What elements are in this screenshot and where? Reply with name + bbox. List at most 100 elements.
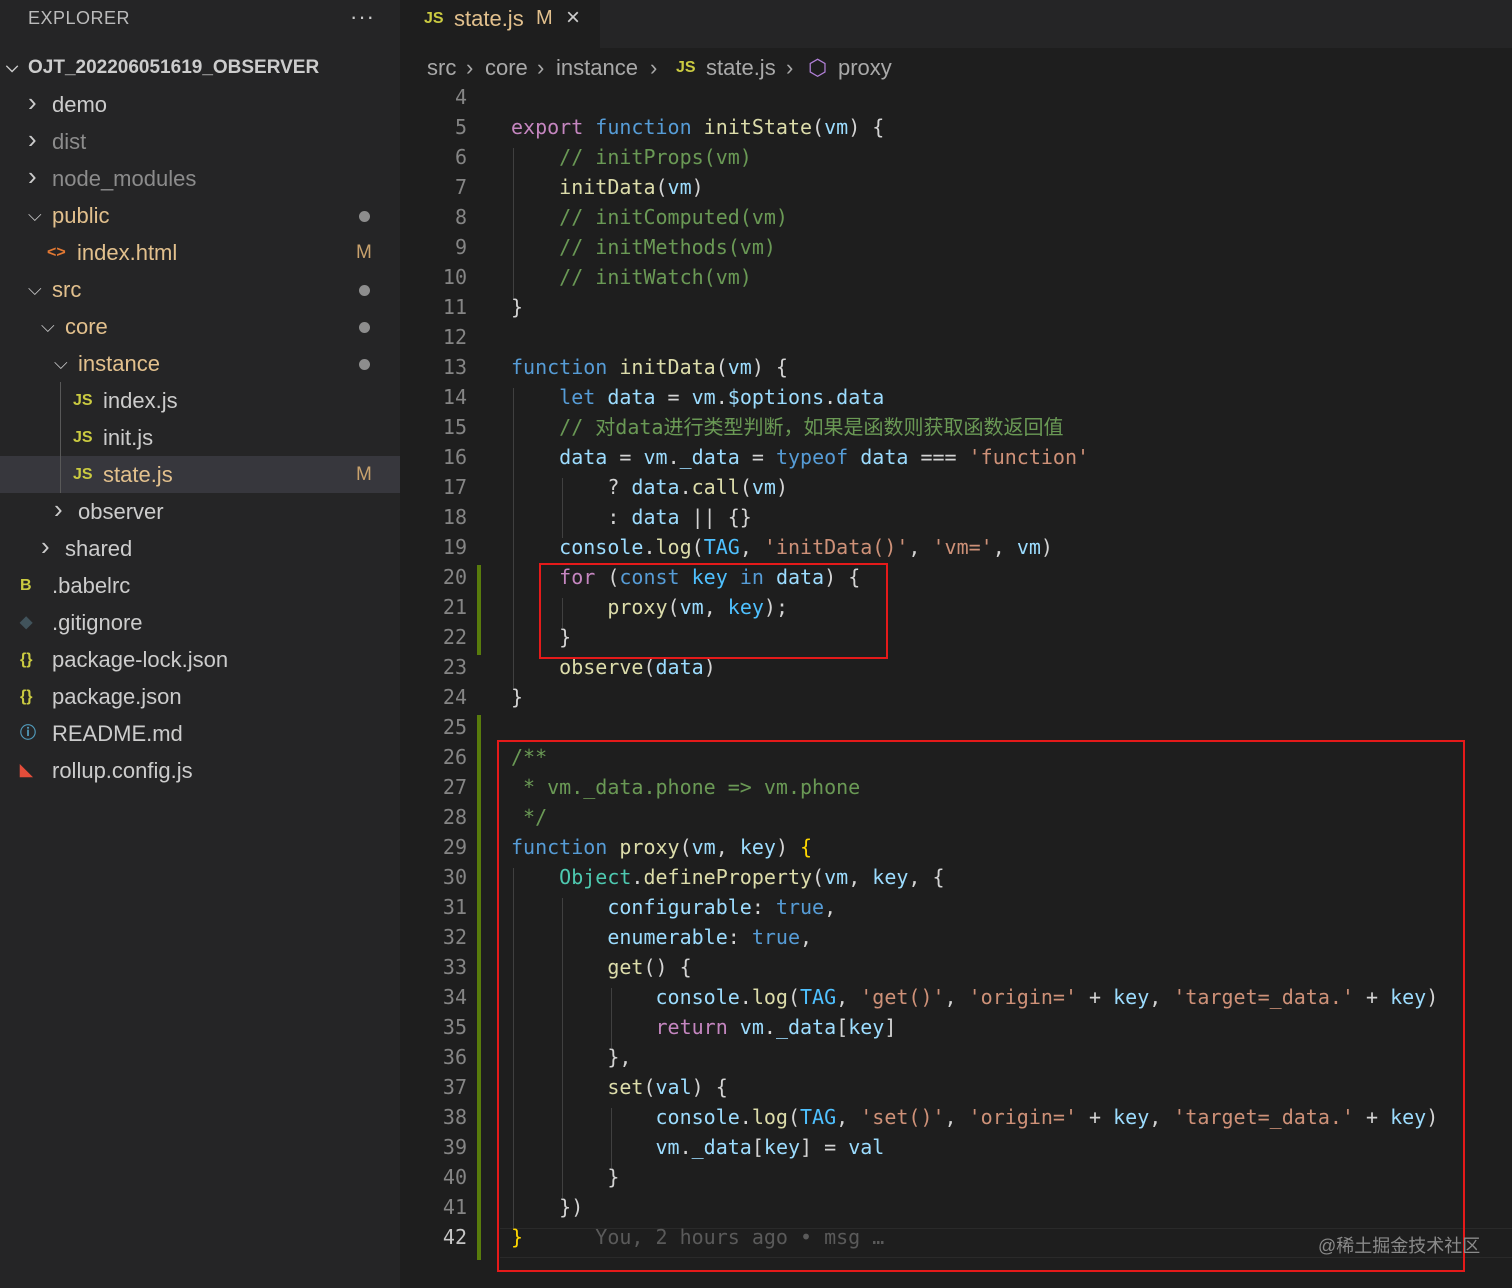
git-modified-badge: M — [356, 242, 372, 263]
line-number: 31 — [442, 895, 467, 919]
tree-item-label: shared — [65, 536, 133, 561]
tab-state-js[interactable]: JS state.js M × — [400, 0, 600, 48]
chevron-right-icon: › — [54, 494, 63, 524]
line-number: 26 — [442, 745, 467, 769]
code-line: // initProps(vm) — [559, 145, 752, 169]
line-number: 12 — [442, 325, 467, 349]
breadcrumb-proxy[interactable]: proxy — [838, 48, 892, 88]
breadcrumb: src › core › instance › JS state.js › ⬡ … — [400, 48, 1512, 88]
tree-file-package-json[interactable]: {} package.json — [0, 678, 400, 715]
line-number: 18 — [442, 505, 467, 529]
tree-item-label: dist — [52, 129, 87, 154]
code-editor[interactable]: 4 5 export function initState(vm) {6 // in… — [400, 88, 1512, 1288]
git-changes-dot-icon — [359, 285, 370, 296]
tree-file-package-lock-json[interactable]: {} package-lock.json — [0, 641, 400, 678]
code-line: console.log(TAG, 'initData()', 'vm=', vm… — [559, 535, 1053, 559]
git-changes-dot-icon — [359, 211, 370, 222]
line-number: 11 — [442, 295, 467, 319]
tree-item-label: demo — [52, 92, 108, 117]
code-line: ? data.call(vm) — [511, 475, 788, 499]
tree-file-rollup-config-js[interactable]: ◣ rollup.config.js — [0, 752, 400, 789]
explorer-title: EXPLORER — [28, 8, 131, 28]
tree-folder-core[interactable]: ⌵ core — [0, 308, 400, 345]
code-line: // initComputed(vm) — [559, 205, 788, 229]
chevron-down-icon: ⌵ — [28, 205, 42, 225]
line-number: 38 — [442, 1105, 467, 1129]
tree-file-babelrc[interactable]: B .babelrc — [0, 567, 400, 604]
breadcrumb-separator-icon: › — [650, 55, 658, 80]
highlight-box-for-loop — [539, 563, 888, 659]
tree-folder-instance[interactable]: ⌵ instance — [0, 345, 400, 382]
line-number: 20 — [442, 565, 467, 589]
json-file-icon: {} — [20, 651, 33, 668]
line-number: 15 — [442, 415, 467, 439]
breadcrumb-state-js[interactable]: state.js — [706, 48, 776, 88]
tree-item-label: rollup.config.js — [52, 758, 193, 783]
line-number: 5 — [454, 115, 467, 139]
line-number: 36 — [442, 1045, 467, 1069]
tree-item-label: README.md — [52, 721, 183, 746]
git-changes-dot-icon — [359, 322, 370, 333]
line-number: 33 — [442, 955, 467, 979]
code-line: initData(vm) — [559, 175, 704, 199]
line-number: 14 — [442, 385, 467, 409]
code-line: } — [511, 685, 524, 709]
js-file-icon: JS — [73, 392, 93, 409]
close-icon[interactable]: × — [566, 4, 580, 32]
line-number: 30 — [442, 865, 467, 889]
js-file-icon: JS — [73, 429, 93, 446]
info-file-icon: ⓘ — [20, 725, 37, 742]
tree-item-label: package.json — [52, 684, 182, 709]
tree-folder-demo[interactable]: › demo — [0, 86, 400, 123]
git-modified-badge: M — [356, 464, 372, 485]
line-number: 27 — [442, 775, 467, 799]
line-number: 39 — [442, 1135, 467, 1159]
json-file-icon: {} — [20, 688, 33, 705]
tree-folder-public[interactable]: ⌵ public — [0, 197, 400, 234]
git-file-icon: ◆ — [20, 614, 33, 631]
line-number: 6 — [454, 145, 467, 169]
tree-item-label: core — [65, 314, 108, 339]
indent-guide — [60, 382, 61, 493]
tree-item-label: instance — [78, 351, 160, 376]
tree-file-README-md[interactable]: ⓘ README.md — [0, 715, 400, 752]
line-number: 34 — [442, 985, 467, 1009]
tree-folder-node_modules[interactable]: › node_modules — [0, 160, 400, 197]
line-number: 4 — [454, 88, 467, 109]
tree-item-label: src — [52, 277, 82, 302]
highlight-box-proxy-function — [497, 740, 1465, 1272]
workspace-root-label: OJT_202206051619_OBSERVER — [28, 57, 320, 78]
line-number: 13 — [442, 355, 467, 379]
code-line: let data = vm.$options.data — [559, 385, 885, 409]
explorer-sidebar: EXPLORER ··· ⌵ OJT_202206051619_OBSERVER… — [0, 0, 400, 1288]
git-changes-dot-icon — [359, 359, 370, 370]
tree-item-label: public — [52, 203, 110, 228]
code-line: : data || {} — [511, 505, 752, 529]
breadcrumb-separator-icon: › — [537, 55, 545, 80]
tree-folder-observer[interactable]: › observer — [0, 493, 400, 530]
chevron-down-icon: ⌵ — [6, 59, 19, 76]
breadcrumb-instance[interactable]: instance — [556, 48, 638, 88]
html-file-icon: <> — [47, 244, 66, 261]
tree-folder-src[interactable]: ⌵ src — [0, 271, 400, 308]
tree-file-index-html[interactable]: <> index.html M — [0, 234, 400, 271]
symbol-function-icon: ⬡ — [808, 55, 828, 80]
js-file-icon: JS — [676, 59, 696, 76]
line-number: 9 — [454, 235, 467, 259]
tree-folder-shared[interactable]: › shared — [0, 530, 400, 567]
line-number: 16 — [442, 445, 467, 469]
tree-folder-dist[interactable]: › dist — [0, 123, 400, 160]
line-number: 21 — [442, 595, 467, 619]
line-number: 29 — [442, 835, 467, 859]
tree-file-gitignore[interactable]: ◆ .gitignore — [0, 604, 400, 641]
line-number: 28 — [442, 805, 467, 829]
code-line: function initData(vm) { — [511, 355, 788, 379]
more-actions-icon[interactable]: ··· — [350, 4, 375, 30]
line-number: 32 — [442, 925, 467, 949]
breadcrumb-core[interactable]: core — [485, 48, 528, 88]
breadcrumb-src[interactable]: src — [427, 48, 456, 88]
tab-label: state.js — [454, 6, 524, 31]
workspace-root[interactable]: ⌵ OJT_202206051619_OBSERVER — [0, 52, 400, 84]
babel-file-icon: B — [20, 577, 32, 594]
chevron-down-icon: ⌵ — [41, 316, 55, 336]
